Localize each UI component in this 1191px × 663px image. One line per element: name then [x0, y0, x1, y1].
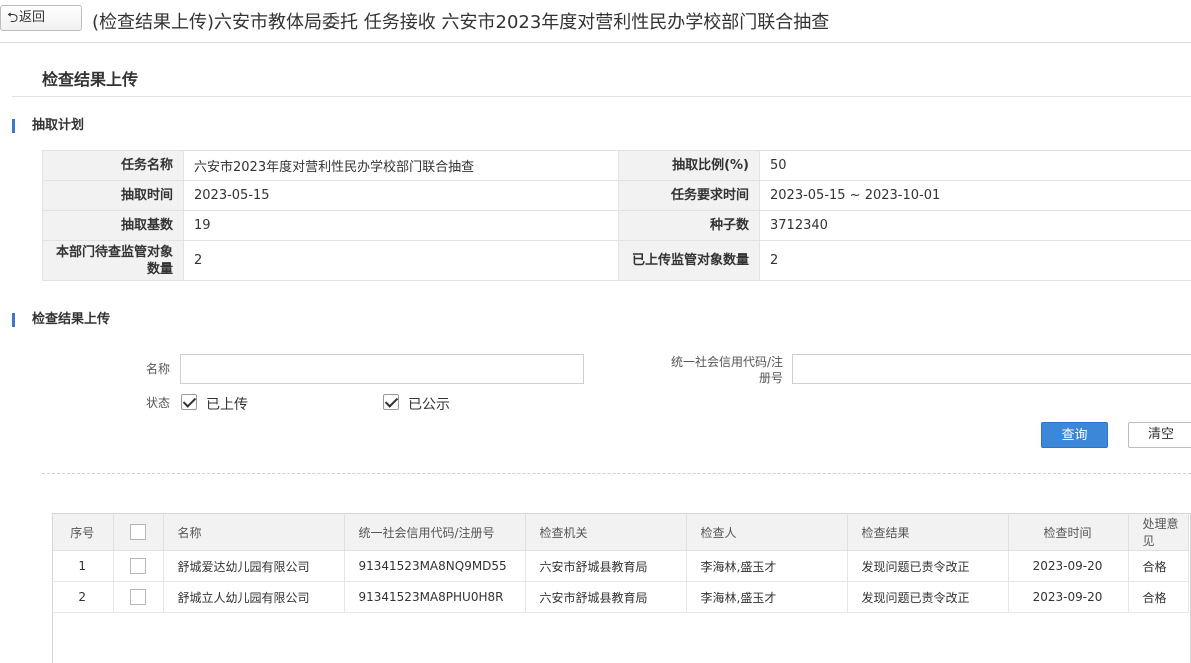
plan-key: 抽取时间 [42, 180, 184, 211]
plan-row: 任务名称 六安市2023年度对营利性民办学校部门联合抽查 抽取比例(%) 50 [42, 150, 1191, 181]
col-header-date[interactable]: 检查时间 [1008, 514, 1129, 551]
plan-value: 六安市2023年度对营利性民办学校部门联合抽查 [183, 150, 619, 181]
page-title: 检查结果上传 [42, 70, 139, 89]
dashed-divider [42, 473, 1191, 474]
top-bar: ⮌ 返回 (检查结果上传)六安市教体局委托 任务接收 六安市2023年度对营利性… [0, 0, 1191, 43]
plan-info-table: 任务名称 六安市2023年度对营利性民办学校部门联合抽查 抽取比例(%) 50 抽取时间… [42, 150, 1191, 281]
select-all-checkbox[interactable] [129, 524, 146, 540]
credit-code-field-label: 统一社会信用代码/注册号 [670, 355, 783, 385]
row-credit-code: 91341523MA8NQ9MD55 [344, 550, 526, 582]
back-button[interactable]: ⮌ 返回 [0, 5, 82, 31]
plan-key: 抽取基数 [42, 210, 184, 241]
col-header-no[interactable]: 序号 [53, 514, 114, 551]
plan-value: 50 [759, 150, 1191, 181]
window-title: (检查结果上传)六安市教体局委托 任务接收 六安市2023年度对营利性民办学校部… [92, 12, 830, 33]
row-date: 2023-09-20 [1008, 581, 1129, 613]
results-header-row: 序号 名称 统一社会信用代码/注册号 检查机关 检查人 检查结果 检查时间 处理… [53, 514, 1189, 551]
plan-value: 2023-05-15 ~ 2023-10-01 [759, 180, 1191, 211]
plan-value: 2 [759, 240, 1191, 281]
back-button-label: 返回 [19, 10, 46, 25]
row-opinion: 合格 [1128, 581, 1189, 613]
title-divider [12, 96, 1191, 97]
row-name: 舒城立人幼儿园有限公司 [163, 581, 345, 613]
col-header-authority[interactable]: 检查机关 [525, 514, 687, 551]
plan-value: 2 [183, 240, 619, 281]
table-row[interactable]: 2 舒城立人幼儿园有限公司 91341523MA8PHU0H8R 六安市舒城县教育局李… [53, 581, 1189, 613]
row-credit-code: 91341523MA8PHU0H8R [344, 581, 526, 613]
row-date: 2023-09-20 [1008, 550, 1129, 582]
status-published-label: 已公示 [408, 397, 450, 413]
row-result: 发现问题已责令改正 [847, 581, 1009, 613]
row-inspector: 李海林,盛玉才 [686, 581, 848, 613]
plan-value: 2023-05-15 [183, 180, 619, 211]
results-table: 序号 名称 统一社会信用代码/注册号 检查机关 检查人 检查结果 检查时间 处理… [53, 514, 1189, 613]
plan-row: 抽取基数 19 种子数 3712340 [42, 210, 1191, 241]
col-header-name[interactable]: 名称 [163, 514, 345, 551]
status-field-label: 状态 [145, 396, 170, 410]
results-grid: 序号 名称 统一社会信用代码/注册号 检查机关 检查人 检查结果 检查时间 处理… [52, 513, 1191, 663]
name-field-label: 名称 [145, 362, 170, 376]
section-title-plan: 抽取计划 [12, 118, 84, 134]
plan-value: 3712340 [759, 210, 1191, 241]
col-header-select[interactable] [113, 514, 164, 551]
col-header-opinion[interactable]: 处理意见 [1128, 514, 1189, 551]
query-button[interactable]: 查询 [1041, 422, 1108, 448]
section-title-upload: 检查结果上传 [12, 312, 110, 328]
row-opinion: 合格 [1128, 550, 1189, 582]
row-inspector: 李海林,盛玉才 [686, 550, 848, 582]
status-uploaded-label: 已上传 [206, 397, 248, 413]
table-row[interactable]: 1 舒城爱达幼儿园有限公司 91341523MA8NQ9MD55 六安市舒城县教育局李… [53, 550, 1189, 582]
row-authority: 六安市舒城县教育局 [525, 550, 687, 582]
name-input[interactable] [180, 354, 584, 384]
row-select [113, 581, 164, 613]
plan-key: 本部门待查监管对象数量 [42, 240, 184, 281]
row-checkbox[interactable] [129, 558, 146, 574]
row-authority: 六安市舒城县教育局 [525, 581, 687, 613]
col-header-result[interactable]: 检查结果 [847, 514, 1009, 551]
status-uploaded-checkbox[interactable] [181, 394, 197, 410]
col-header-credit-code[interactable]: 统一社会信用代码/注册号 [344, 514, 526, 551]
status-published-checkbox[interactable] [383, 394, 399, 410]
row-select [113, 550, 164, 582]
plan-row: 本部门待查监管对象数量 2 已上传监管对象数量 2 [42, 240, 1191, 281]
row-result: 发现问题已责令改正 [847, 550, 1009, 582]
plan-row: 抽取时间 2023-05-15 任务要求时间 2023-05-15 ~ 2023-10… [42, 180, 1191, 211]
credit-code-input[interactable] [792, 354, 1191, 384]
plan-key: 种子数 [618, 210, 760, 241]
col-header-inspector[interactable]: 检查人 [686, 514, 848, 551]
clear-button[interactable]: 清空 [1128, 422, 1191, 448]
row-number: 1 [53, 550, 114, 582]
row-name: 舒城爱达幼儿园有限公司 [163, 550, 345, 582]
plan-key: 任务名称 [42, 150, 184, 181]
return-arrow-icon: ⮌ [7, 10, 19, 26]
plan-value: 19 [183, 210, 619, 241]
plan-key: 任务要求时间 [618, 180, 760, 211]
row-number: 2 [53, 581, 114, 613]
plan-key: 抽取比例(%) [618, 150, 760, 181]
row-checkbox[interactable] [129, 589, 146, 605]
plan-key: 已上传监管对象数量 [618, 240, 760, 281]
